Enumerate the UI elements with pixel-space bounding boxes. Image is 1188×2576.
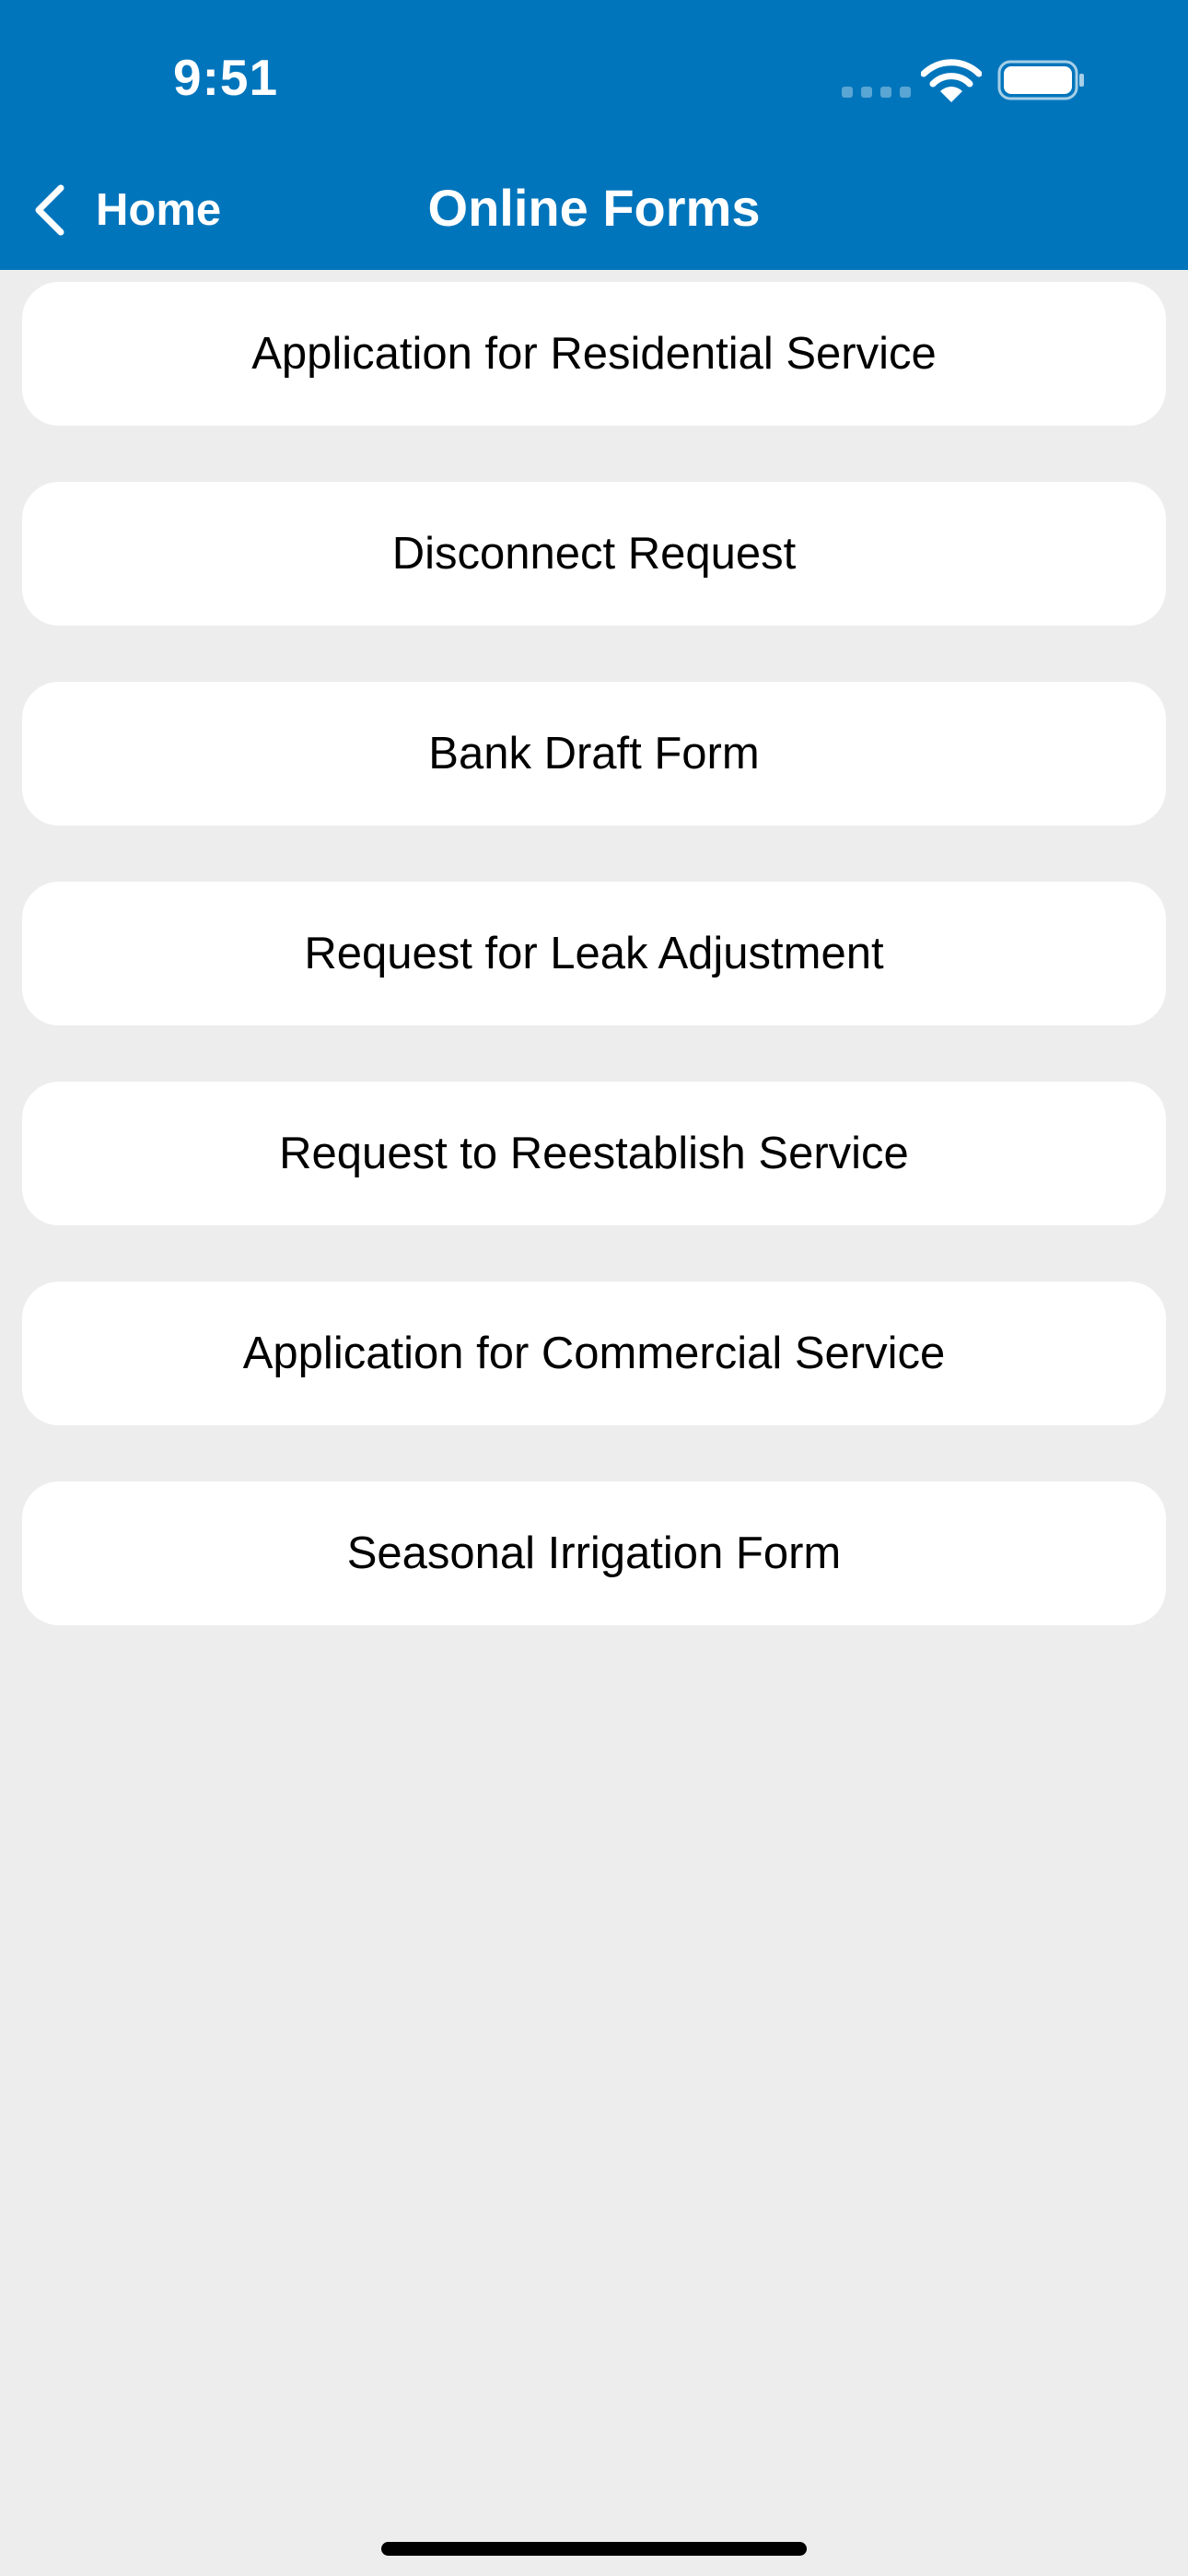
form-item-reestablish-service[interactable]: Request to Reestablish Service [22,1082,1166,1225]
form-item-label: Request to Reestablish Service [279,1129,909,1178]
form-item-label: Bank Draft Form [428,729,760,779]
form-item-commercial-service[interactable]: Application for Commercial Service [22,1282,1166,1425]
cellular-signal-icon [842,87,911,98]
forms-list: Application for Residential Service Disc… [22,282,1166,1681]
battery-icon [997,60,1084,100]
form-item-label: Request for Leak Adjustment [304,929,884,978]
wifi-icon [921,59,982,102]
form-item-seasonal-irrigation[interactable]: Seasonal Irrigation Form [22,1481,1166,1625]
form-item-label: Application for Residential Service [251,329,937,379]
form-item-leak-adjustment[interactable]: Request for Leak Adjustment [22,882,1166,1025]
page-title: Online Forms [427,179,761,237]
form-item-label: Application for Commercial Service [242,1329,946,1378]
form-item-label: Disconnect Request [391,529,797,579]
form-item-residential-service[interactable]: Application for Residential Service [22,282,1166,426]
form-item-bank-draft[interactable]: Bank Draft Form [22,682,1166,825]
home-indicator[interactable] [381,2542,807,2556]
form-item-disconnect-request[interactable]: Disconnect Request [22,482,1166,626]
status-time: 9:51 [173,49,279,106]
navigation-header: 9:51 Home Online Forms [0,0,1188,270]
form-item-label: Seasonal Irrigation Form [346,1528,842,1578]
